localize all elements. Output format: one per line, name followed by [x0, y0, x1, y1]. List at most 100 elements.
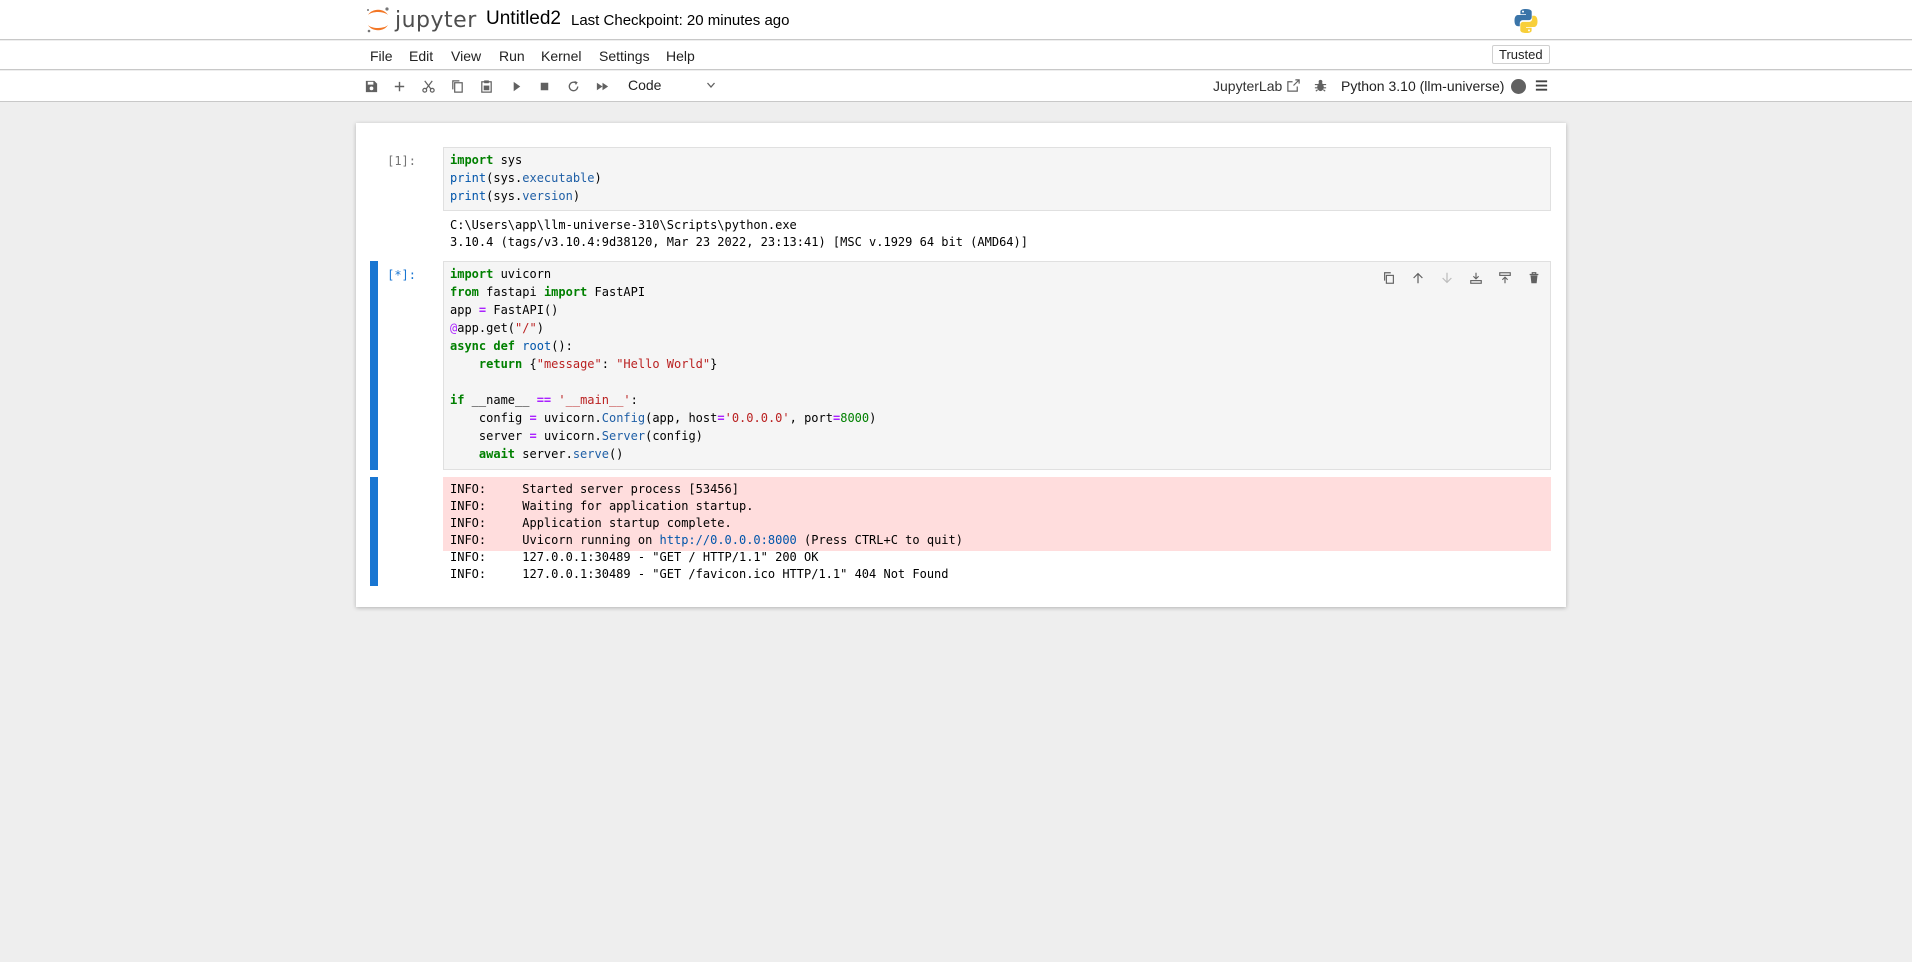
operator: == — [536, 393, 552, 407]
debugger-bug-icon[interactable] — [1313, 78, 1328, 93]
add-cell-button[interactable] — [390, 77, 408, 95]
delete-cell-button[interactable] — [1526, 270, 1542, 286]
code-line: from fastapi import FastAPI — [450, 285, 646, 299]
keyword: await — [478, 447, 516, 461]
cell-type-value: Code — [628, 77, 662, 93]
paste-icon — [480, 79, 492, 93]
operator: = — [478, 303, 487, 317]
menu-file[interactable]: File — [370, 48, 393, 64]
menu-view[interactable]: View — [451, 48, 481, 64]
stderr-line-url: INFO: Uvicorn running on http://0.0.0.0:… — [450, 533, 963, 547]
keyword: async — [450, 339, 487, 353]
insert-below-icon — [1499, 272, 1511, 284]
menu-run[interactable]: Run — [499, 48, 525, 64]
operator: = — [529, 429, 537, 443]
notebook-title[interactable]: Untitled2 — [486, 8, 561, 30]
string: "Hello World" — [616, 357, 711, 371]
jupyter-logo[interactable]: jupyter — [365, 6, 477, 34]
insert-above-icon — [1470, 272, 1482, 284]
keyword: if — [450, 393, 465, 407]
restart-icon — [568, 80, 578, 91]
fast-forward-icon — [596, 82, 608, 90]
cut-icon — [421, 80, 435, 93]
attr: Server — [601, 429, 646, 443]
checkpoint-status: Last Checkpoint: 20 minutes ago — [571, 12, 790, 29]
stderr-line: INFO: Waiting for application startup. — [450, 499, 754, 513]
stderr-line: INFO: Application startup complete. — [450, 516, 732, 530]
menu-lines-icon[interactable] — [1534, 78, 1549, 93]
number: 8000 — [840, 411, 870, 425]
move-up-button[interactable] — [1410, 270, 1426, 286]
move-down-button[interactable] — [1439, 270, 1455, 286]
code-line: print(sys.version) — [450, 189, 581, 203]
restart-button[interactable] — [564, 77, 582, 95]
cell-1-prompt: [1]: — [387, 154, 416, 168]
kernel-status-indicator — [1511, 79, 1526, 94]
cell-2-output-collapser[interactable] — [370, 477, 378, 586]
string: '__main__' — [558, 393, 631, 407]
cell-2-prompt: [*]: — [387, 268, 416, 282]
cell-2-input[interactable]: import uvicorn from fastapi import FastA… — [443, 261, 1551, 470]
code-line: await server.serve() — [478, 447, 624, 461]
cut-button[interactable] — [419, 77, 437, 95]
attr: serve — [572, 447, 609, 461]
chevron-down-icon — [707, 82, 715, 88]
python-logo-icon — [1514, 9, 1538, 33]
code-line: import uvicorn — [450, 267, 552, 281]
menu-settings[interactable]: Settings — [599, 48, 650, 64]
string: "/" — [515, 321, 537, 335]
keyword: def — [493, 339, 516, 353]
paste-button[interactable] — [477, 77, 495, 95]
stop-icon — [540, 82, 548, 90]
top-bar: jupyter Untitled2 Last Checkpoint: 20 mi… — [0, 0, 1912, 40]
string: "message" — [536, 357, 602, 371]
attr: executable — [522, 171, 595, 185]
insert-below-button[interactable] — [1497, 270, 1513, 286]
insert-above-button[interactable] — [1468, 270, 1484, 286]
trusted-indicator[interactable]: Trusted — [1492, 45, 1550, 64]
save-icon — [365, 80, 377, 92]
cell-toolbar — [1381, 270, 1546, 286]
stop-button[interactable] — [535, 77, 553, 95]
run-button[interactable] — [507, 77, 525, 95]
menu-bar: File Edit View Run Kernel Settings Help … — [0, 41, 1912, 70]
menu-help[interactable]: Help — [666, 48, 695, 64]
string: '0.0.0.0' — [724, 411, 790, 425]
keyword: import — [543, 285, 588, 299]
cell-type-select[interactable]: Code — [628, 77, 720, 97]
keyword: from — [450, 285, 479, 299]
cell-1-output-line: 3.10.4 (tags/v3.10.4:9d38120, Mar 23 202… — [450, 235, 1028, 249]
logo-text: jupyter — [395, 7, 477, 33]
kernel-name[interactable]: Python 3.10 (llm-universe) — [1341, 78, 1504, 94]
cell-1-input[interactable]: import sys print(sys.executable) print(s… — [443, 147, 1551, 211]
keyword: import — [450, 153, 494, 167]
move-up-icon — [1413, 272, 1423, 284]
open-jupyterlab-link[interactable]: JupyterLab — [1213, 78, 1282, 94]
add-cell-icon — [394, 81, 404, 91]
server-url-link[interactable]: http://0.0.0.0:8000 — [660, 533, 797, 547]
cell-2-input-collapser[interactable] — [370, 261, 378, 470]
code-line: @app.get("/") — [450, 321, 544, 335]
notebook-toolbar: Code JupyterLab Python 3.10 (llm-univers… — [0, 71, 1912, 102]
menu-kernel[interactable]: Kernel — [541, 48, 581, 64]
keyword: return — [478, 357, 523, 371]
copy-button[interactable] — [448, 77, 466, 95]
code-line: async def root(): — [450, 339, 573, 353]
code-line: app = FastAPI() — [450, 303, 559, 317]
code-line: server = uvicorn.Server(config) — [450, 429, 703, 443]
cell-1-output-line: C:\Users\app\llm-universe-310\Scripts\py… — [450, 218, 797, 232]
duplicate-cell-button[interactable] — [1381, 270, 1397, 286]
duplicate-icon — [1384, 272, 1394, 284]
code-line: return {"message": "Hello World"} — [478, 357, 718, 371]
delete-icon — [1529, 272, 1539, 284]
code-line: print(sys.executable) — [450, 171, 602, 185]
menu-edit[interactable]: Edit — [409, 48, 433, 64]
operator: = — [717, 411, 725, 425]
external-link-icon[interactable] — [1286, 78, 1301, 93]
restart-run-all-button[interactable] — [593, 77, 611, 95]
builtin: print — [450, 189, 487, 203]
function-name: root — [522, 339, 552, 353]
notebook-panel: [1]: import sys print(sys.executable) pr… — [356, 123, 1566, 607]
save-button[interactable] — [362, 77, 380, 95]
